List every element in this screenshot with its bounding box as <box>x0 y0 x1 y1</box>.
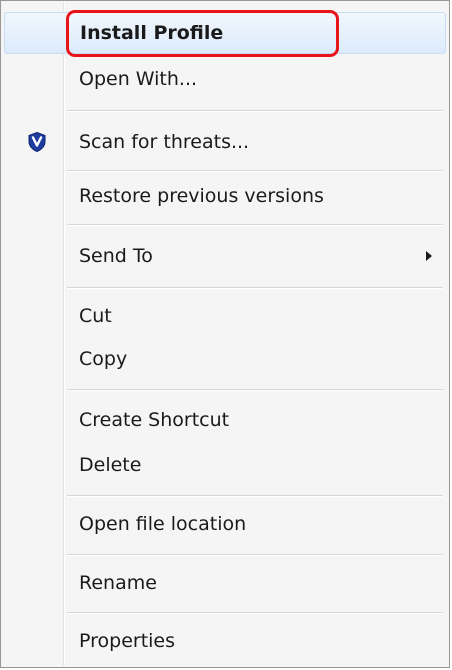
menu-item-label: Open file location <box>79 513 247 535</box>
menu-separator <box>67 554 443 556</box>
menu-item-open-with[interactable]: Open With... <box>4 58 446 100</box>
menu-item-scan-for-threats[interactable]: Scan for threats... <box>4 121 446 163</box>
menu-item-label: Delete <box>79 454 142 476</box>
menu-item-label: Install Profile <box>80 22 224 44</box>
menu-item-delete[interactable]: Delete <box>4 444 446 486</box>
menu-item-send-to[interactable]: Send To <box>4 235 446 277</box>
menu-separator <box>67 170 443 172</box>
menu-separator <box>67 495 443 497</box>
shield-v-icon <box>28 131 46 153</box>
menu-separator <box>67 224 443 226</box>
menu-item-label: Properties <box>79 630 176 652</box>
menu-separator <box>67 110 443 112</box>
menu-item-create-shortcut[interactable]: Create Shortcut <box>4 399 446 441</box>
menu-item-open-file-location[interactable]: Open file location <box>4 503 446 545</box>
menu-separator <box>67 389 443 391</box>
menu-item-label: Send To <box>79 245 153 267</box>
context-menu: Install Profile Open With... Scan for th… <box>0 0 450 668</box>
menu-item-label: Create Shortcut <box>79 409 230 431</box>
menu-item-label: Scan for threats... <box>79 131 250 153</box>
menu-item-label: Open With... <box>79 68 198 90</box>
menu-separator <box>67 287 443 289</box>
menu-item-properties[interactable]: Properties <box>4 620 446 662</box>
menu-item-rename[interactable]: Rename <box>4 562 446 604</box>
menu-item-label: Rename <box>79 572 157 594</box>
menu-item-label: Restore previous versions <box>79 185 324 207</box>
menu-item-label: Cut <box>79 305 112 327</box>
menu-item-install-profile[interactable]: Install Profile <box>4 12 446 54</box>
menu-item-cut[interactable]: Cut <box>4 295 446 337</box>
chevron-right-icon <box>426 251 432 261</box>
menu-item-copy[interactable]: Copy <box>4 338 446 380</box>
menu-item-label: Copy <box>79 348 128 370</box>
menu-separator <box>67 612 443 614</box>
menu-item-restore-previous-versions[interactable]: Restore previous versions <box>4 175 446 217</box>
